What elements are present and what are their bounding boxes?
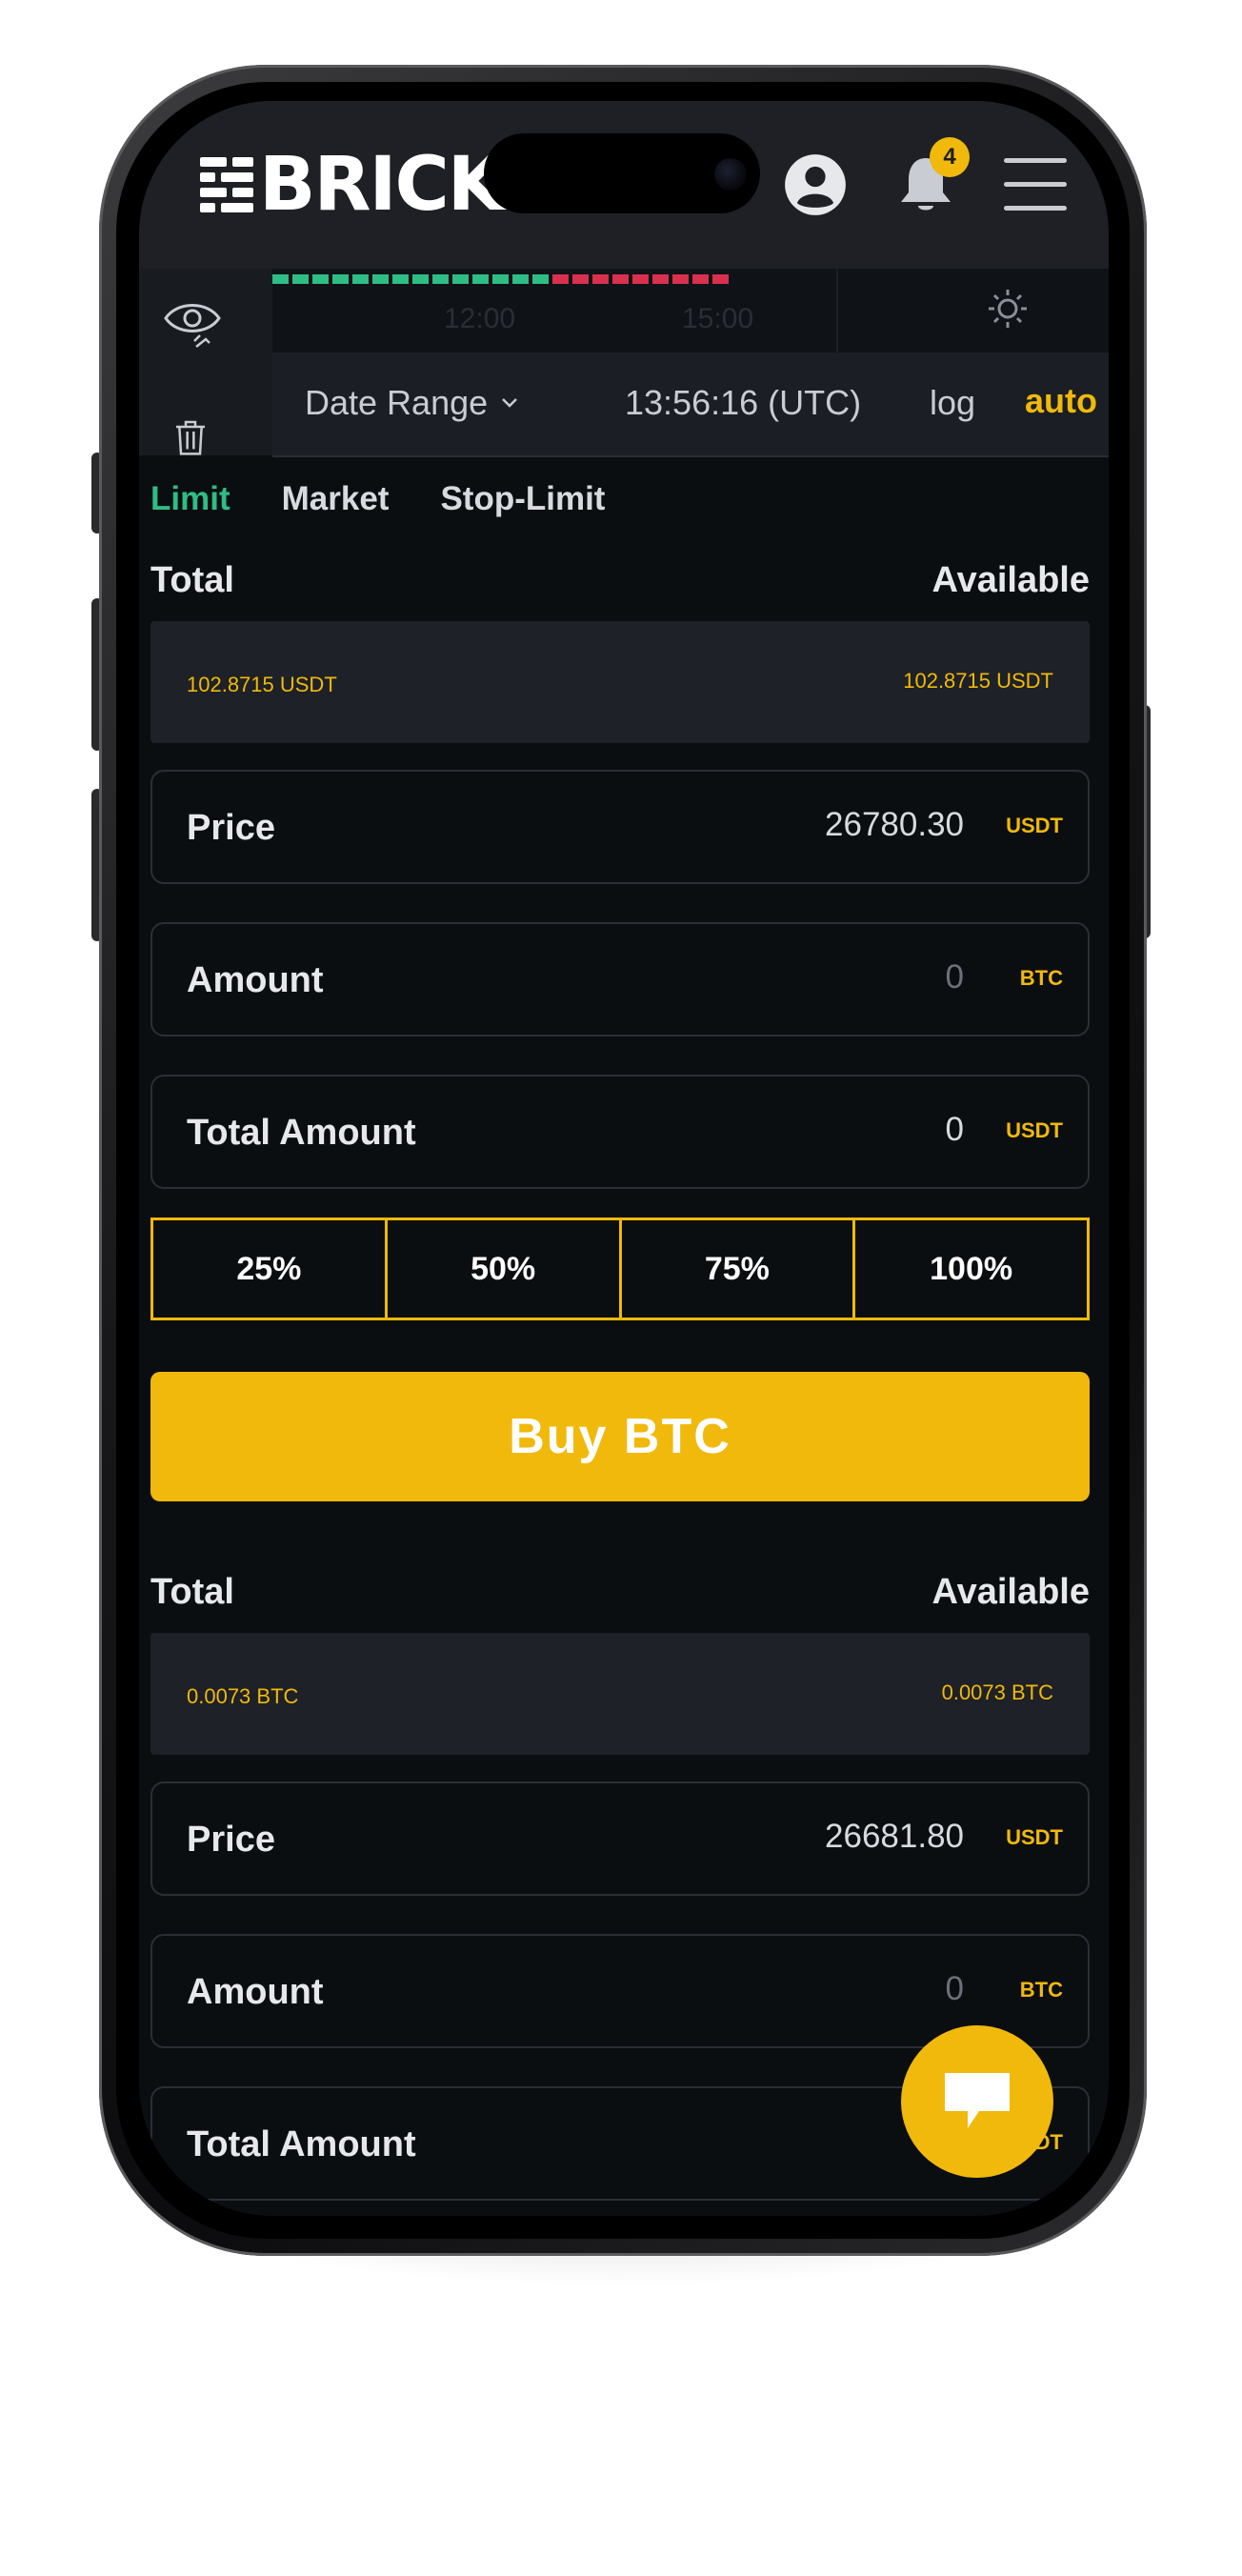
page: BRICK 4 12:00 15:00 Date Range 13:56:16 … [0,0,1242,2576]
percent-25-button[interactable]: 25% [153,1220,388,1318]
price-input[interactable]: 26681.80 [825,1818,964,1856]
app-screen: BRICK 4 12:00 15:00 Date Range 13:56:16 … [139,101,1109,2216]
front-camera [714,158,747,191]
available-label: Available [932,1572,1090,1612]
eye-icon[interactable] [162,292,223,352]
app-header: BRICK 4 [139,101,1109,269]
utc-clock: 13:56:16 (UTC) [625,383,862,422]
tab-stop-limit[interactable]: Stop-Limit [440,480,605,518]
time-axis-label: 12:00 [444,303,516,334]
percent-75-button[interactable]: 75% [622,1220,856,1318]
date-range-label: Date Range [305,383,489,422]
chart-strip: 12:00 15:00 Date Range 13:56:16 (UTC) lo… [139,269,1109,457]
total-amount-label: Total Amount [187,2124,416,2164]
auto-scale-toggle[interactable]: auto [1025,381,1097,421]
available-label: Available [932,560,1090,600]
available-balance-value: 102.8715 USDT [903,669,1053,693]
tab-limit[interactable]: Limit [150,480,230,518]
chat-support-button[interactable] [901,2025,1053,2178]
balance-labels: Total Available [150,560,1090,608]
price-label: Price [187,1820,275,1860]
trash-icon[interactable] [168,417,213,455]
total-label: Total [150,560,234,600]
chart-divider [836,269,838,352]
percent-selector: 25% 50% 75% 100% [150,1218,1090,1320]
total-amount-unit: USDT [1006,1118,1063,1142]
total-label: Total [150,1572,234,1612]
chart-left-toolbar [139,269,272,455]
time-axis-label: 15:00 [682,303,754,334]
tab-market[interactable]: Market [282,480,390,518]
price-unit: USDT [1006,814,1063,837]
balance-box: 0.0073 BTC 0.0073 BTC [150,1633,1090,1755]
logo-bricks-icon [200,157,253,212]
balance-labels: Total Available [150,1572,1090,1620]
brand-logo[interactable]: BRICK [200,142,505,228]
total-amount-input[interactable]: 0 [946,1111,964,1149]
percent-50-button[interactable]: 50% [388,1220,622,1318]
price-field[interactable]: Price 26681.80 USDT [150,1781,1090,1896]
amount-field[interactable]: Amount 0 BTC [150,922,1090,1036]
order-type-tabs: Limit Market Stop-Limit [150,480,605,518]
mini-chart[interactable]: 12:00 15:00 [272,269,1109,352]
percent-100-button[interactable]: 100% [855,1220,1087,1318]
logo-text: BRICK [259,142,505,228]
amount-label: Amount [187,1972,324,2012]
volume-bars [272,274,729,284]
log-scale-toggle[interactable]: log [930,383,975,423]
total-amount-label: Total Amount [187,1113,416,1153]
hamburger-menu-icon[interactable] [1004,158,1067,211]
notification-badge: 4 [930,137,970,177]
theme-sun-icon[interactable] [987,288,1029,330]
balance-box: 102.8715 USDT 102.8715 USDT [150,621,1090,743]
chat-bubble-icon [945,2073,1010,2128]
amount-unit: BTC [1019,1978,1063,2002]
user-icon[interactable] [783,152,848,217]
date-range-dropdown[interactable]: Date Range [305,383,520,423]
total-balance-value: 0.0073 BTC [187,1684,299,1708]
price-input[interactable]: 26780.30 [825,806,964,844]
chevron-down-icon [502,398,518,408]
price-unit: USDT [1006,1825,1063,1849]
chart-toolbar: Date Range 13:56:16 (UTC) log auto [272,352,1109,457]
buy-btc-button[interactable]: Buy BTC [150,1372,1090,1501]
available-balance-value: 0.0073 BTC [941,1680,1053,1704]
amount-unit: BTC [1019,966,1063,990]
amount-input[interactable]: 0 [946,958,964,996]
amount-label: Amount [187,960,324,1000]
amount-input[interactable]: 0 [946,1970,964,2008]
total-balance-value: 102.8715 USDT [187,673,337,696]
price-field[interactable]: Price 26780.30 USDT [150,770,1090,884]
price-label: Price [187,808,275,848]
total-amount-field[interactable]: Total Amount 0 USDT [150,1075,1090,1189]
